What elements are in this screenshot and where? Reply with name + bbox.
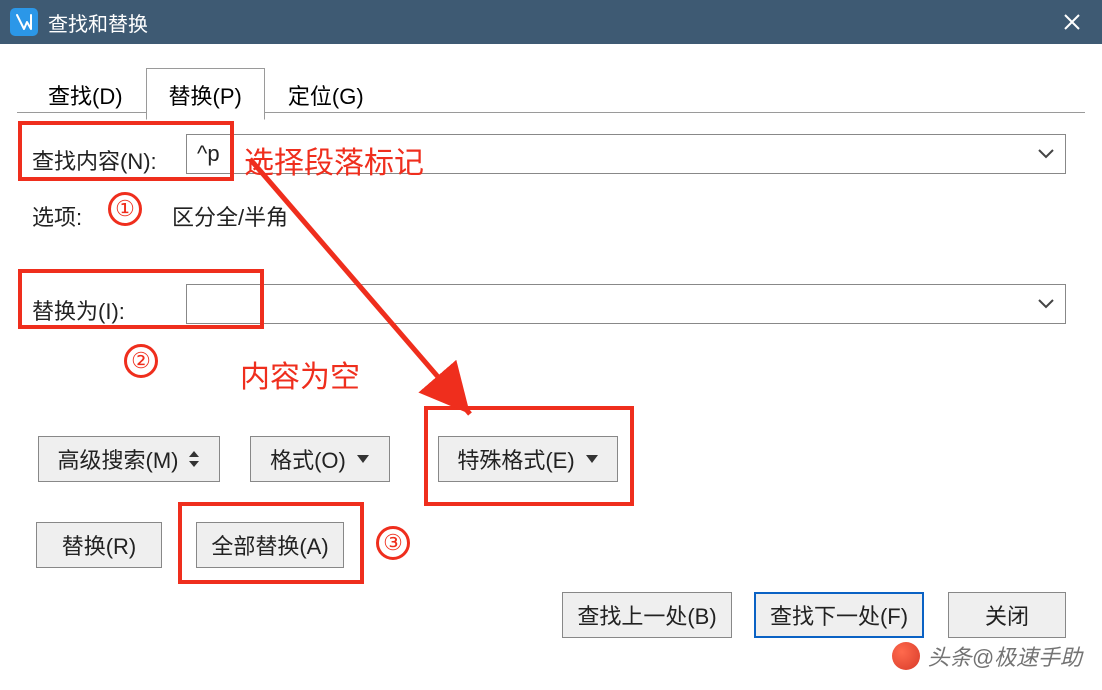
tab-replace[interactable]: 替换(P) bbox=[146, 68, 265, 120]
replace-button-label: 替换(R) bbox=[62, 529, 137, 561]
annotation-number-3: ③ bbox=[376, 526, 410, 560]
special-format-button[interactable]: 特殊格式(E) bbox=[438, 436, 618, 482]
tabs-row: 查找(D) 替换(P) 定位(G) bbox=[25, 68, 387, 120]
watermark-icon bbox=[892, 642, 920, 670]
find-prev-button[interactable]: 查找上一处(B) bbox=[562, 592, 732, 638]
find-label-row: 查找内容(N): bbox=[32, 144, 192, 176]
find-input-value: ^p bbox=[197, 141, 220, 167]
replace-label-row: 替换为(I): bbox=[32, 294, 192, 326]
annotation-number-2: ② bbox=[124, 344, 158, 378]
replace-label: 替换为(I): bbox=[32, 294, 192, 326]
chevron-down-icon bbox=[1037, 298, 1055, 310]
format-button[interactable]: 格式(O) bbox=[250, 436, 390, 482]
app-icon bbox=[10, 8, 38, 36]
annotation-text-2: 内容为空 bbox=[240, 352, 360, 396]
format-label: 格式(O) bbox=[270, 443, 346, 475]
advanced-search-button[interactable]: 高级搜索(M) bbox=[38, 436, 220, 482]
find-label: 查找内容(N): bbox=[32, 144, 192, 176]
find-prev-label: 查找上一处(B) bbox=[577, 599, 716, 631]
title-bar: 查找和替换 bbox=[0, 0, 1102, 44]
watermark-text: 头条@极速手助 bbox=[928, 640, 1082, 672]
find-next-label: 查找下一处(F) bbox=[770, 599, 908, 631]
updown-icon bbox=[188, 449, 200, 469]
find-next-button[interactable]: 查找下一处(F) bbox=[754, 592, 924, 638]
find-input[interactable]: ^p bbox=[186, 134, 1066, 174]
options-label: 选项: bbox=[32, 200, 172, 232]
close-button-label: 关闭 bbox=[985, 599, 1029, 631]
options-row: 选项: 区分全/半角 bbox=[32, 200, 288, 232]
close-window-button[interactable] bbox=[1042, 0, 1102, 44]
triangle-down-icon bbox=[356, 454, 370, 464]
watermark: 头条@极速手助 bbox=[892, 640, 1082, 672]
dialog-body: 查找(D) 替换(P) 定位(G) 查找内容(N): ^p 选项: 区分全/半角… bbox=[0, 44, 1102, 690]
options-value: 区分全/半角 bbox=[172, 200, 288, 232]
replace-input[interactable] bbox=[186, 284, 1066, 324]
special-format-label: 特殊格式(E) bbox=[457, 443, 574, 475]
chevron-down-icon bbox=[1037, 148, 1055, 160]
close-icon bbox=[1063, 13, 1081, 31]
window-title: 查找和替换 bbox=[48, 8, 148, 37]
advanced-search-label: 高级搜索(M) bbox=[58, 443, 179, 475]
replace-all-label: 全部替换(A) bbox=[211, 529, 328, 561]
close-button[interactable]: 关闭 bbox=[948, 592, 1066, 638]
tab-find[interactable]: 查找(D) bbox=[25, 68, 146, 120]
replace-all-button[interactable]: 全部替换(A) bbox=[196, 522, 344, 568]
triangle-down-icon bbox=[585, 454, 599, 464]
tab-goto[interactable]: 定位(G) bbox=[265, 68, 387, 120]
replace-button[interactable]: 替换(R) bbox=[36, 522, 162, 568]
